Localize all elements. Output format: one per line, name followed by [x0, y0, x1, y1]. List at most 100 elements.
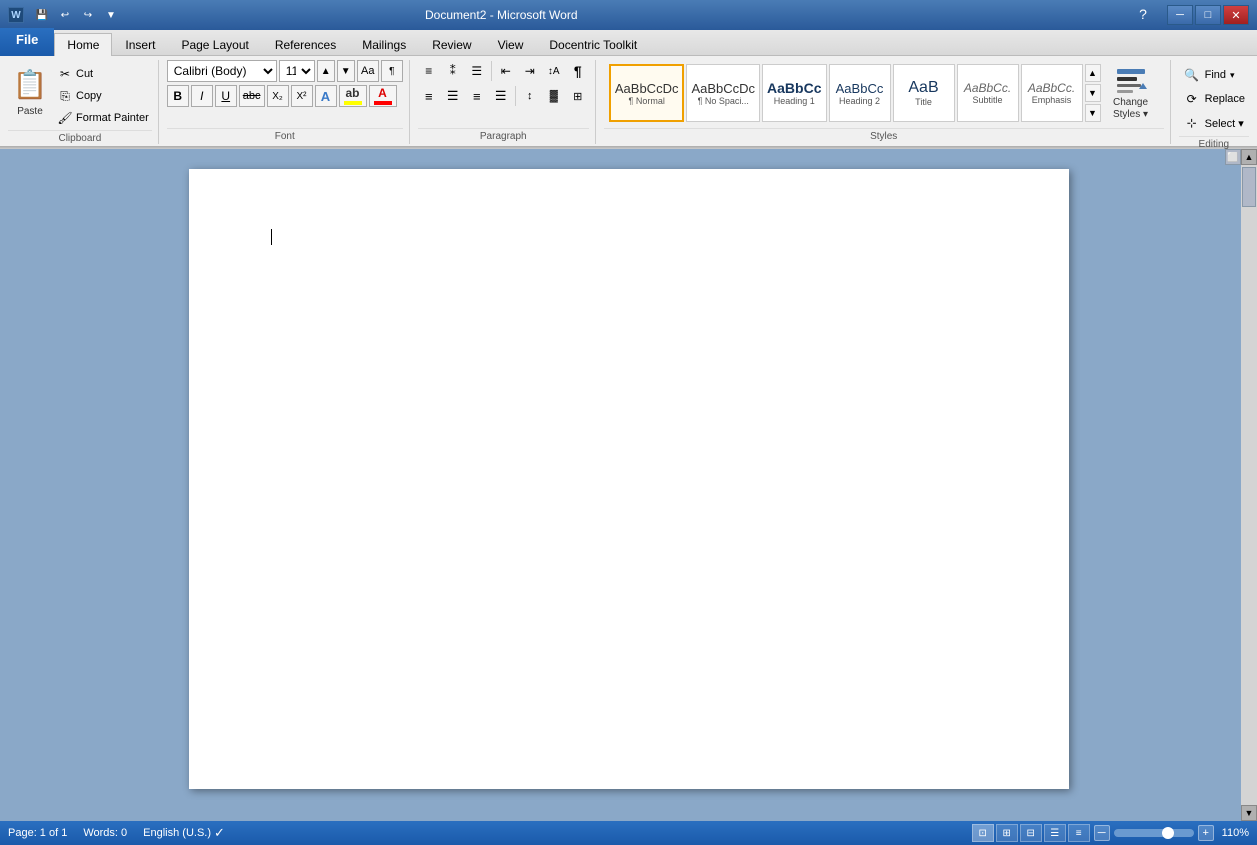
line-spacing-btn[interactable]: ↕: [519, 85, 541, 107]
find-icon: 🔍: [1183, 66, 1201, 84]
replace-button[interactable]: ⟳ Replace: [1179, 88, 1249, 110]
numbering-btn[interactable]: ⁑: [442, 60, 464, 82]
style-emphasis-btn[interactable]: AaBbCc. Emphasis: [1021, 64, 1083, 122]
shading-btn[interactable]: ▓: [543, 85, 565, 107]
style-heading2-text: AaBbCc: [836, 81, 884, 96]
close-btn[interactable]: ✕: [1223, 5, 1249, 25]
font-size-increase-btn[interactable]: ▲: [317, 60, 335, 82]
document-page[interactable]: [189, 169, 1069, 789]
borders-btn[interactable]: ⊞: [567, 85, 589, 107]
copy-button[interactable]: ⎘ Copy: [54, 86, 152, 106]
font-row1: Calibri (Body) 11 ▲ ▼ Aa ¶: [167, 60, 403, 82]
fullscreen-view-btn[interactable]: ⊞: [996, 824, 1018, 842]
style-subtitle-btn[interactable]: AaBbCc. Subtitle: [957, 64, 1019, 122]
document-content[interactable]: [189, 169, 1069, 305]
spell-check-icon: ✓: [214, 825, 225, 841]
zoom-thumb[interactable]: [1162, 827, 1174, 839]
italic-button[interactable]: I: [191, 85, 213, 107]
font-color-btn[interactable]: A: [369, 85, 397, 107]
subscript-button[interactable]: X₂: [267, 85, 289, 107]
styles-scroll: ▲ ▼ ▼: [1085, 64, 1101, 122]
align-center-btn[interactable]: ☰: [442, 85, 464, 107]
style-title-btn[interactable]: AaB Title: [893, 64, 955, 122]
text-highlight-btn[interactable]: ab: [339, 85, 367, 107]
format-painter-button[interactable]: 🖌 Format Painter: [54, 108, 152, 128]
redo-quick-btn[interactable]: ↪: [78, 6, 98, 24]
tab-view[interactable]: View: [485, 33, 537, 56]
customize-quick-btn[interactable]: ▼: [101, 6, 121, 24]
change-styles-button[interactable]: ChangeStyles ▾: [1103, 61, 1159, 125]
style-nospacing-btn[interactable]: AaBbCcDc ¶ No Spaci...: [686, 64, 760, 122]
print-view-btn[interactable]: ⊡: [972, 824, 994, 842]
decrease-indent-btn[interactable]: ⇤: [495, 60, 517, 82]
styles-group: AaBbCcDc ¶ Normal AaBbCcDc ¶ No Spaci...…: [598, 60, 1171, 144]
style-normal-btn[interactable]: AaBbCcDc ¶ Normal: [609, 64, 685, 122]
change-styles-label: ChangeStyles ▾: [1113, 97, 1148, 121]
tab-page-layout[interactable]: Page Layout: [168, 33, 261, 56]
styles-scroll-up[interactable]: ▲: [1085, 64, 1101, 82]
bullets-btn[interactable]: ≡: [418, 60, 440, 82]
zoom-slider[interactable]: [1114, 829, 1194, 837]
sort-btn[interactable]: ↕A: [543, 60, 565, 82]
zoom-in-btn[interactable]: +: [1198, 825, 1214, 841]
zoom-out-btn[interactable]: ─: [1094, 825, 1110, 841]
select-button[interactable]: ⊹ Select ▾: [1179, 112, 1249, 134]
clipboard-group: 📋 Paste ✂ Cut ⎘ Copy 🖌 Format Painter: [2, 60, 159, 144]
maximize-btn[interactable]: □: [1195, 5, 1221, 25]
cut-button[interactable]: ✂ Cut: [54, 64, 152, 84]
copy-label: Copy: [76, 90, 102, 102]
font-size-select[interactable]: 11: [279, 60, 315, 82]
scroll-up-arrow[interactable]: ▲: [1241, 149, 1257, 165]
show-para-btn[interactable]: ¶: [567, 60, 589, 82]
superscript-button[interactable]: X²: [291, 85, 313, 107]
resize-handle[interactable]: ⬜: [1225, 149, 1241, 165]
undo-quick-btn[interactable]: ↩: [55, 6, 75, 24]
text-effect-button[interactable]: A: [315, 85, 337, 107]
style-heading2-btn[interactable]: AaBbCc Heading 2: [829, 64, 891, 122]
tab-mailings[interactable]: Mailings: [349, 33, 419, 56]
paste-button[interactable]: 📋 Paste: [8, 60, 52, 119]
scroll-down-arrow[interactable]: ▼: [1241, 805, 1257, 821]
clipboard-group-label: Clipboard: [8, 130, 152, 146]
align-left-btn[interactable]: ≡: [418, 85, 440, 107]
text-cursor: [271, 229, 272, 245]
style-heading2-label: Heading 2: [839, 96, 880, 106]
styles-expand[interactable]: ▼: [1085, 104, 1101, 122]
web-view-btn[interactable]: ⊟: [1020, 824, 1042, 842]
show-characters-btn[interactable]: ¶: [381, 60, 403, 82]
bold-button[interactable]: B: [167, 85, 189, 107]
tab-home[interactable]: Home: [54, 33, 112, 56]
scroll-thumb[interactable]: [1242, 167, 1256, 207]
justify-btn[interactable]: ☰: [490, 85, 512, 107]
align-right-btn[interactable]: ≡: [466, 85, 488, 107]
language-button[interactable]: English (U.S.) ✓: [143, 825, 225, 841]
font-size-decrease-btn[interactable]: ▼: [337, 60, 355, 82]
draft-view-btn[interactable]: ≡: [1068, 824, 1090, 842]
strikethrough-button[interactable]: abc: [239, 85, 265, 107]
minimize-btn[interactable]: ─: [1167, 5, 1193, 25]
styles-group-label: Styles: [604, 128, 1164, 144]
save-quick-btn[interactable]: 💾: [32, 6, 52, 24]
tab-references[interactable]: References: [262, 33, 349, 56]
ribbon-minimize-btn[interactable]: ?: [1133, 5, 1153, 23]
style-subtitle-label: Subtitle: [972, 95, 1002, 105]
styles-content: AaBbCcDc ¶ Normal AaBbCcDc ¶ No Spaci...…: [609, 60, 1159, 128]
tab-file[interactable]: File: [0, 28, 54, 56]
increase-indent-btn[interactable]: ⇥: [519, 60, 541, 82]
clear-formatting-btn[interactable]: Aa: [357, 60, 379, 82]
tab-review[interactable]: Review: [419, 33, 484, 56]
font-group-label: Font: [167, 128, 403, 144]
font-row2: B I U abc X₂ X² A ab A: [167, 85, 403, 107]
find-button[interactable]: 🔍 Find ▾: [1179, 64, 1249, 86]
underline-button[interactable]: U: [215, 85, 237, 107]
multilevel-btn[interactable]: ☰: [466, 60, 488, 82]
font-group: Calibri (Body) 11 ▲ ▼ Aa ¶ B I U: [161, 60, 410, 144]
editing-group: 🔍 Find ▾ ⟳ Replace ⊹ Select ▾ Editing: [1173, 60, 1255, 144]
tab-docentric[interactable]: Docentric Toolkit: [536, 33, 650, 56]
outline-view-btn[interactable]: ☰: [1044, 824, 1066, 842]
font-name-select[interactable]: Calibri (Body): [167, 60, 277, 82]
style-normal-text: AaBbCcDc: [615, 81, 679, 96]
style-heading1-btn[interactable]: AaBbCc Heading 1: [762, 64, 826, 122]
tab-insert[interactable]: Insert: [112, 33, 168, 56]
styles-scroll-down[interactable]: ▼: [1085, 84, 1101, 102]
